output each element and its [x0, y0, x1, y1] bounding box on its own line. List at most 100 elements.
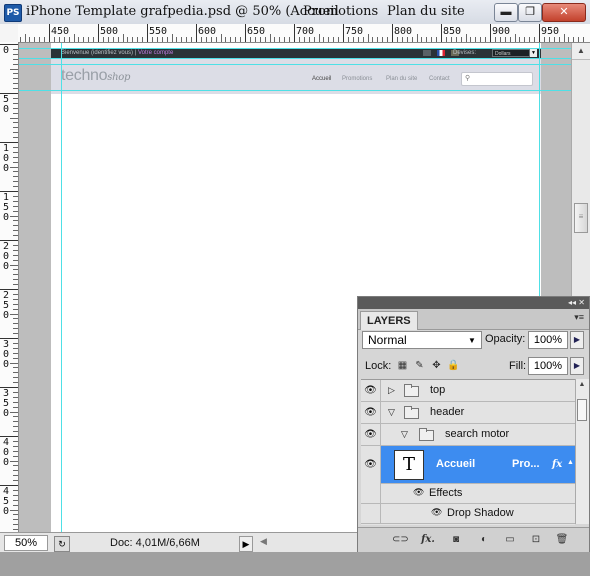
link-layers-icon[interactable]: ⊂⊃ — [392, 532, 409, 548]
ruler-tick — [10, 166, 18, 168]
horizontal-ruler[interactable]: 450 500 550 600 650 700 750 800 850 900 950 — [18, 24, 590, 43]
opacity-field[interactable]: 100% — [528, 331, 568, 349]
fx-icon[interactable]: fx — [552, 459, 562, 470]
tab-layers[interactable]: LAYERS — [360, 311, 418, 330]
layers-scrollbar[interactable]: ▲ — [575, 379, 589, 524]
ruler-tick — [171, 34, 173, 42]
ruler-tick — [13, 445, 18, 447]
lock-pixels-icon[interactable]: ✎ — [413, 359, 426, 372]
panel-header-bar[interactable]: ◂◂ ✕ — [358, 297, 589, 309]
chevron-down-icon[interactable]: ▼ — [468, 336, 476, 345]
ruler-tick — [117, 37, 119, 42]
fx-icon[interactable]: fx. — [420, 532, 436, 548]
scroll-up-icon[interactable]: ▲ — [572, 43, 590, 60]
ruler-tick — [78, 37, 80, 42]
layer-row-search-motor[interactable]: 👁 ▽ search motor — [361, 424, 575, 446]
ruler-tick — [107, 37, 109, 42]
ruler-tick — [401, 37, 403, 42]
mask-icon[interactable]: ◙ — [448, 532, 464, 548]
blend-mode-select[interactable]: Normal — [362, 331, 482, 349]
ruler-tick — [13, 450, 18, 452]
layer-name: top — [430, 384, 446, 396]
window-title-segment: Plan du site — [387, 4, 465, 19]
layer-row-top[interactable]: 👁 ▷ top — [361, 380, 575, 402]
trash-icon[interactable]: 🗑 — [554, 532, 570, 548]
ruler-tick — [49, 24, 50, 42]
expand-arrow-icon[interactable]: ▷ — [388, 385, 395, 396]
ruler-tick — [39, 37, 41, 42]
scroll-up-icon[interactable]: ▲ — [576, 381, 588, 388]
ruler-tick — [122, 34, 124, 42]
ruler-tick — [13, 298, 18, 300]
ruler-tick — [372, 37, 374, 42]
collapse-panel-icon[interactable]: ◂◂ ✕ — [568, 297, 585, 309]
collapse-arrow-icon[interactable]: ▽ — [401, 429, 408, 440]
ruler-tick — [156, 37, 158, 42]
layer-row-accueil[interactable]: 👁 T Accueil Pro... fx ▲ — [361, 446, 575, 484]
zoom-field[interactable]: 50% — [4, 535, 48, 551]
collapse-arrow-icon[interactable]: ▽ — [388, 407, 395, 418]
restore-button[interactable]: ❐ — [518, 3, 542, 22]
guide-line-horizontal[interactable] — [19, 48, 571, 49]
new-layer-icon[interactable]: ⊡ — [528, 532, 544, 548]
visibility-eye-icon[interactable]: 👁 — [361, 424, 381, 446]
status-menu-arrow-icon[interactable]: ▶ — [239, 536, 253, 552]
ruler-tick — [485, 37, 487, 42]
status-options-icon[interactable]: ↻ — [54, 536, 70, 552]
lock-all-icon[interactable]: 🔒 — [447, 359, 460, 372]
ruler-origin[interactable] — [0, 24, 19, 43]
layer-row-drop-shadow[interactable]: 👁 Drop Shadow — [361, 504, 575, 524]
ruler-tick — [13, 396, 18, 398]
ruler-tick — [441, 24, 442, 42]
guide-line-horizontal[interactable] — [19, 64, 571, 65]
visibility-eye-icon[interactable]: 👁 — [361, 402, 381, 424]
ruler-tick — [480, 37, 482, 42]
visibility-eye-icon[interactable]: 👁 — [413, 487, 424, 498]
collapse-effects-arrow-icon[interactable]: ▲ — [567, 459, 574, 466]
ruler-tick — [13, 382, 18, 384]
lock-position-icon[interactable]: ✥ — [430, 359, 443, 372]
site-nav-contact: Contact — [429, 76, 450, 82]
adjustment-icon[interactable]: ◐ — [476, 532, 492, 548]
ruler-tick — [534, 37, 536, 42]
ruler-tick — [308, 37, 310, 42]
visibility-eye-icon[interactable]: 👁 — [431, 507, 442, 518]
ruler-tick — [13, 342, 18, 344]
ruler-tick — [13, 259, 18, 261]
opacity-slider-arrow-icon[interactable]: ▶ — [570, 331, 584, 349]
ruler-tick — [13, 519, 18, 521]
layer-row-effects[interactable]: 👁 Effects — [361, 484, 575, 504]
ruler-tick — [455, 37, 457, 42]
text-layer-thumbnail[interactable]: T — [394, 450, 424, 480]
ruler-tick — [191, 37, 193, 42]
fill-slider-arrow-icon[interactable]: ▶ — [570, 357, 584, 375]
new-group-icon[interactable]: ▭ — [502, 532, 518, 548]
ruler-tick — [13, 323, 18, 325]
fill-field[interactable]: 100% — [528, 357, 568, 375]
visibility-eye-icon[interactable]: 👁 — [361, 446, 381, 484]
layer-name: search motor — [445, 428, 510, 440]
guide-line-vertical[interactable] — [61, 43, 62, 532]
ruler-tick — [240, 37, 242, 42]
guide-line-horizontal[interactable] — [19, 58, 571, 59]
vertical-ruler[interactable]: 0 50 100 150 200 250 300 350 400 450 — [0, 42, 19, 532]
scrollbar-thumb[interactable]: ≡ — [574, 203, 588, 233]
ruler-tick — [382, 37, 384, 42]
ruler-tick — [450, 37, 452, 42]
minimize-button[interactable]: ▬ — [494, 3, 518, 22]
ruler-tick — [13, 220, 18, 222]
ruler-tick — [13, 195, 18, 197]
ruler-tick — [10, 68, 18, 70]
scroll-left-icon[interactable]: ◀ — [260, 536, 267, 547]
lock-transparency-icon[interactable]: ▦ — [396, 359, 409, 372]
ruler-tick — [294, 24, 295, 42]
guide-line-horizontal[interactable] — [19, 90, 571, 91]
ruler-tick — [583, 37, 585, 42]
close-button[interactable]: ✕ — [542, 3, 586, 22]
ruler-tick — [470, 37, 472, 42]
layer-row-header[interactable]: 👁 ▽ header — [361, 402, 575, 424]
panel-menu-icon[interactable]: ▾≡ — [574, 312, 584, 323]
scrollbar-thumb[interactable] — [577, 399, 587, 421]
ruler-tick — [509, 37, 511, 42]
visibility-eye-icon[interactable]: 👁 — [361, 380, 381, 402]
